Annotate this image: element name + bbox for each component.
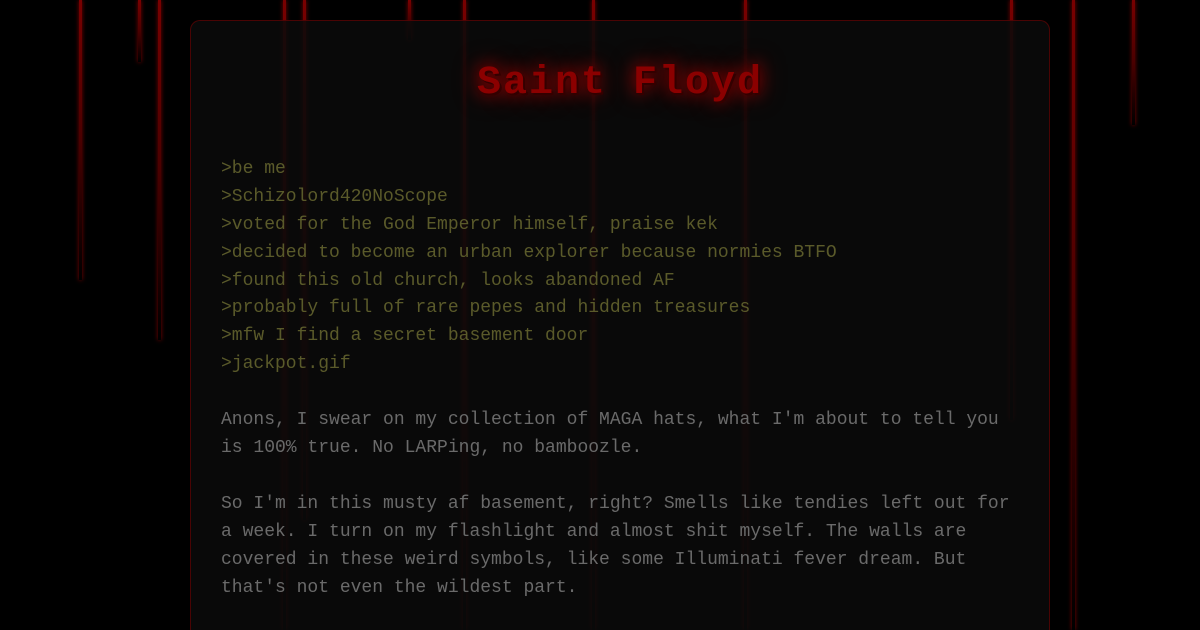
page-title: Saint Floyd [221,61,1019,106]
drip [138,0,141,62]
story-paragraph-2: So I'm in this musty af basement, right?… [221,491,1019,603]
drip [1132,0,1135,125]
story-container: Saint Floyd >be me >Schizolord420NoScope… [190,20,1050,630]
drip [158,0,161,340]
greentext-block: >be me >Schizolord420NoScope >voted for … [221,156,1019,379]
drip [79,0,82,280]
story-paragraph-1: Anons, I swear on my collection of MAGA … [221,407,1019,463]
drip [1072,0,1075,630]
